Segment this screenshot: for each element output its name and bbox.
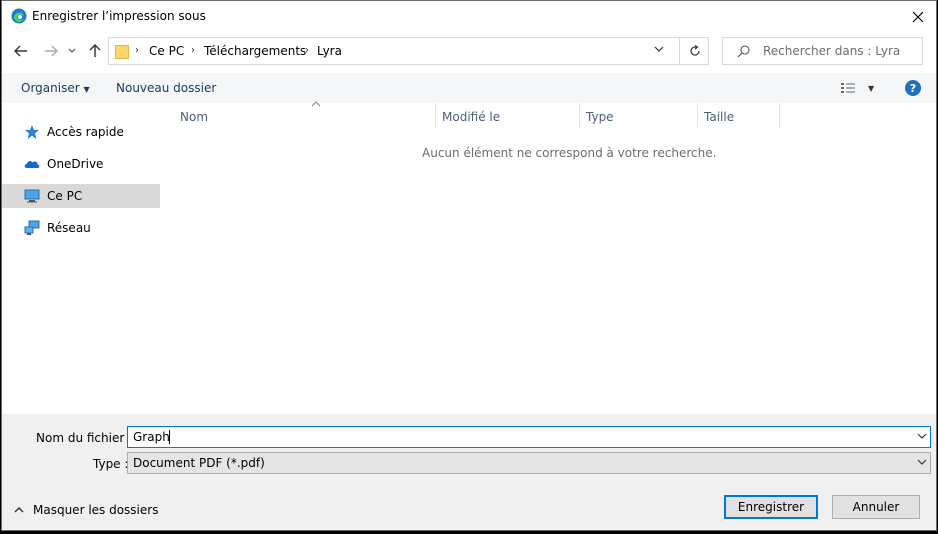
save-button[interactable]: Enregistrer — [724, 495, 818, 519]
chevron-up-icon — [14, 507, 24, 513]
navigation-bar: › Ce PC › Téléchargements › Lyra Recherc… — [2, 34, 936, 70]
column-header-modified[interactable]: Modifié le — [436, 103, 580, 129]
sidebar-item-ce-pc[interactable]: Ce PC — [2, 184, 160, 208]
sort-ascending-icon — [311, 101, 321, 107]
refresh-icon — [690, 45, 700, 56]
address-bar[interactable]: › Ce PC › Téléchargements › Lyra — [108, 37, 709, 65]
column-header-size[interactable]: Taille — [698, 103, 780, 129]
file-name-label: Nom du fichier : — [36, 431, 133, 445]
save-dialog: Enregistrer l’impression sous › Ce PC › … — [1, 0, 937, 531]
close-button[interactable] — [906, 5, 930, 29]
file-type-label: Type : — [93, 457, 129, 471]
chevron-down-icon — [917, 459, 927, 465]
text-cursor — [169, 430, 170, 444]
file-name-input[interactable]: Graph — [127, 426, 931, 448]
sidebar-item-label: Réseau — [47, 221, 91, 235]
help-icon: ? — [909, 81, 917, 95]
breadcrumb-separator-icon: › — [135, 45, 139, 56]
close-icon — [912, 11, 924, 23]
command-toolbar: Organiser ▼ Nouveau dossier ▼ ? — [2, 73, 936, 103]
arrow-left-icon — [14, 45, 27, 57]
search-placeholder: Rechercher dans : Lyra — [763, 44, 901, 58]
navigation-pane: Accès rapide OneDrive Ce PC Réseau — [2, 103, 160, 413]
sidebar-item-acces-rapide[interactable]: Accès rapide — [2, 120, 160, 144]
network-icon — [24, 220, 40, 235]
empty-message: Aucun élément ne correspond à votre rech… — [422, 146, 717, 160]
hide-folders-label: Masquer les dossiers — [33, 503, 159, 517]
window-title: Enregistrer l’impression sous — [32, 9, 206, 23]
column-header-type[interactable]: Type — [580, 103, 698, 129]
new-folder-button[interactable]: Nouveau dossier — [116, 81, 216, 95]
help-button[interactable]: ? — [905, 80, 921, 96]
sidebar-item-label: OneDrive — [47, 157, 104, 171]
organize-button[interactable]: Organiser ▼ — [21, 81, 90, 95]
breadcrumb-ce-pc[interactable]: Ce PC — [149, 44, 184, 58]
chevron-down-icon[interactable] — [654, 45, 664, 53]
chevron-down-icon — [68, 48, 76, 53]
computer-icon — [24, 189, 40, 203]
file-type-value: Document PDF (*.pdf) — [133, 456, 265, 470]
up-button[interactable] — [86, 42, 104, 60]
breadcrumb-separator-icon: › — [191, 45, 195, 56]
sidebar-item-reseau[interactable]: Réseau — [2, 216, 160, 240]
column-header-name[interactable]: Nom — [174, 101, 436, 129]
view-details-icon[interactable] — [840, 81, 856, 95]
star-icon — [25, 125, 39, 139]
sidebar-item-label: Accès rapide — [47, 125, 124, 139]
arrow-right-icon — [45, 45, 58, 57]
recent-locations-button[interactable] — [66, 42, 78, 60]
title-bar: Enregistrer l’impression sous — [2, 1, 936, 33]
breadcrumb-telechargements[interactable]: Téléchargements — [204, 44, 306, 58]
sidebar-item-onedrive[interactable]: OneDrive — [2, 152, 160, 176]
file-list: Nom Modifié le Type Taille Aucun élément… — [162, 101, 936, 413]
cancel-button[interactable]: Annuler — [832, 495, 920, 519]
edge-icon — [11, 8, 27, 24]
search-icon — [737, 45, 750, 58]
folder-icon — [115, 45, 129, 59]
caret-down-icon: ▼ — [83, 85, 90, 94]
search-box[interactable]: Rechercher dans : Lyra — [722, 37, 923, 65]
forward-button[interactable] — [42, 42, 60, 60]
arrow-up-icon — [89, 44, 101, 57]
caret-down-icon[interactable]: ▼ — [868, 84, 874, 93]
file-name-value: Graph — [133, 430, 170, 444]
cloud-icon — [24, 161, 40, 168]
file-details-pane: Nom du fichier : Graph Type : Document P… — [2, 414, 936, 530]
chevron-down-icon[interactable] — [917, 432, 927, 440]
refresh-button[interactable] — [679, 38, 710, 64]
file-type-select[interactable]: Document PDF (*.pdf) — [127, 452, 931, 474]
sidebar-item-label: Ce PC — [47, 189, 83, 203]
breadcrumb-separator-icon: › — [305, 45, 309, 56]
breadcrumb-lyra[interactable]: Lyra — [317, 44, 342, 58]
back-button[interactable] — [12, 42, 30, 60]
